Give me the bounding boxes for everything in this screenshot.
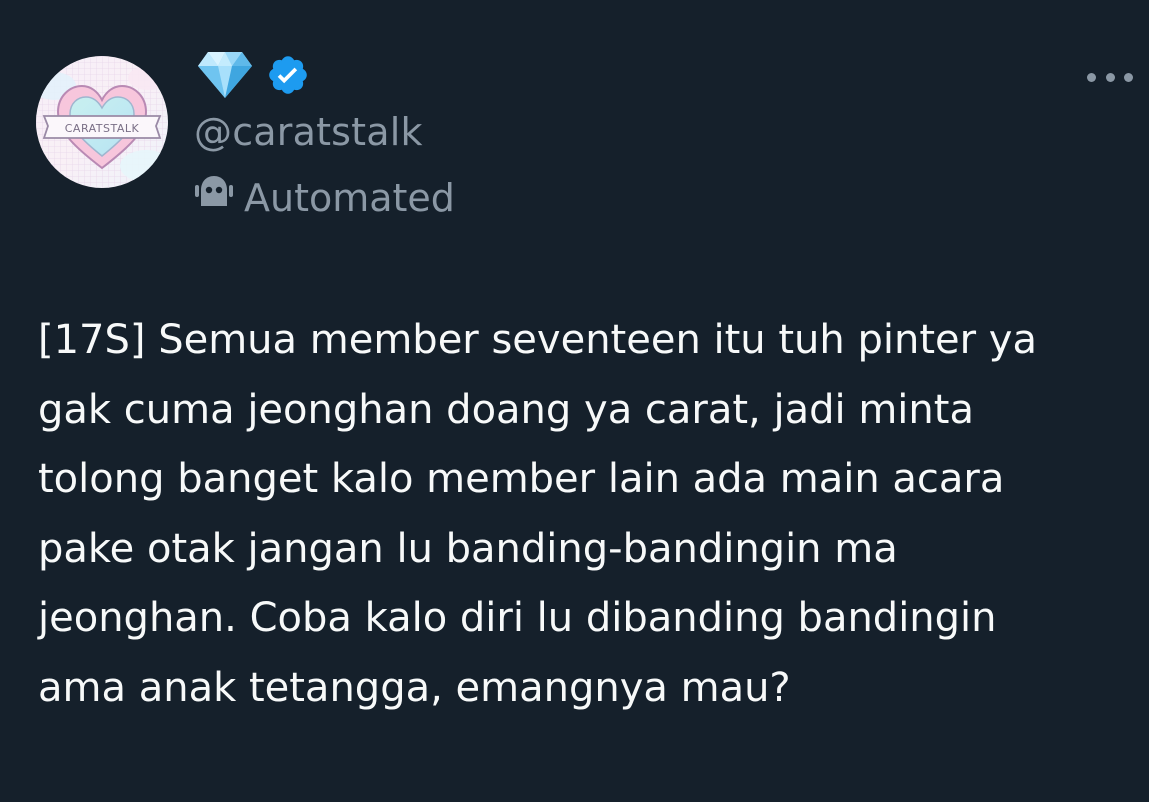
tweet-text-line: [17S] Semua member seventeen itu tuh pin…: [38, 317, 1037, 363]
tweet-card: CARATSTALK @caratstalk Automated [17S] S…: [0, 0, 1149, 802]
tweet-text-line: pake otak jangan lu banding-bandingin ma: [38, 525, 898, 572]
automated-label-row[interactable]: Automated: [194, 172, 455, 223]
avatar[interactable]: CARATSTALK: [36, 56, 168, 188]
more-options-button[interactable]: [1087, 62, 1133, 92]
avatar-image: CARATSTALK: [36, 56, 168, 188]
svg-text:CARATSTALK: CARATSTALK: [65, 122, 140, 135]
tweet-text-line: jeonghan. Coba kalo diri lu dibanding ba…: [38, 595, 997, 641]
tweet-text: [17S] Semua member seventeen itu tuh pin…: [38, 306, 1143, 723]
display-name-row[interactable]: [196, 52, 310, 102]
automated-label: Automated: [244, 175, 455, 220]
tweet-text-line: tolong banget kalo member lain ada main …: [38, 456, 1005, 502]
robot-icon: [194, 172, 234, 223]
tweet-text-line: gak cuma jeonghan doang ya carat, jadi m…: [38, 386, 974, 433]
tweet-text-line: ama anak tetangga, emangnya mau?: [38, 664, 791, 711]
more-options-dot: [1124, 72, 1133, 82]
verified-badge-icon[interactable]: [266, 53, 310, 101]
diamond-emoji-icon: [196, 50, 254, 104]
more-options-dot: [1087, 72, 1096, 82]
more-options-dot: [1105, 72, 1115, 82]
user-handle[interactable]: @caratstalk: [194, 108, 423, 156]
